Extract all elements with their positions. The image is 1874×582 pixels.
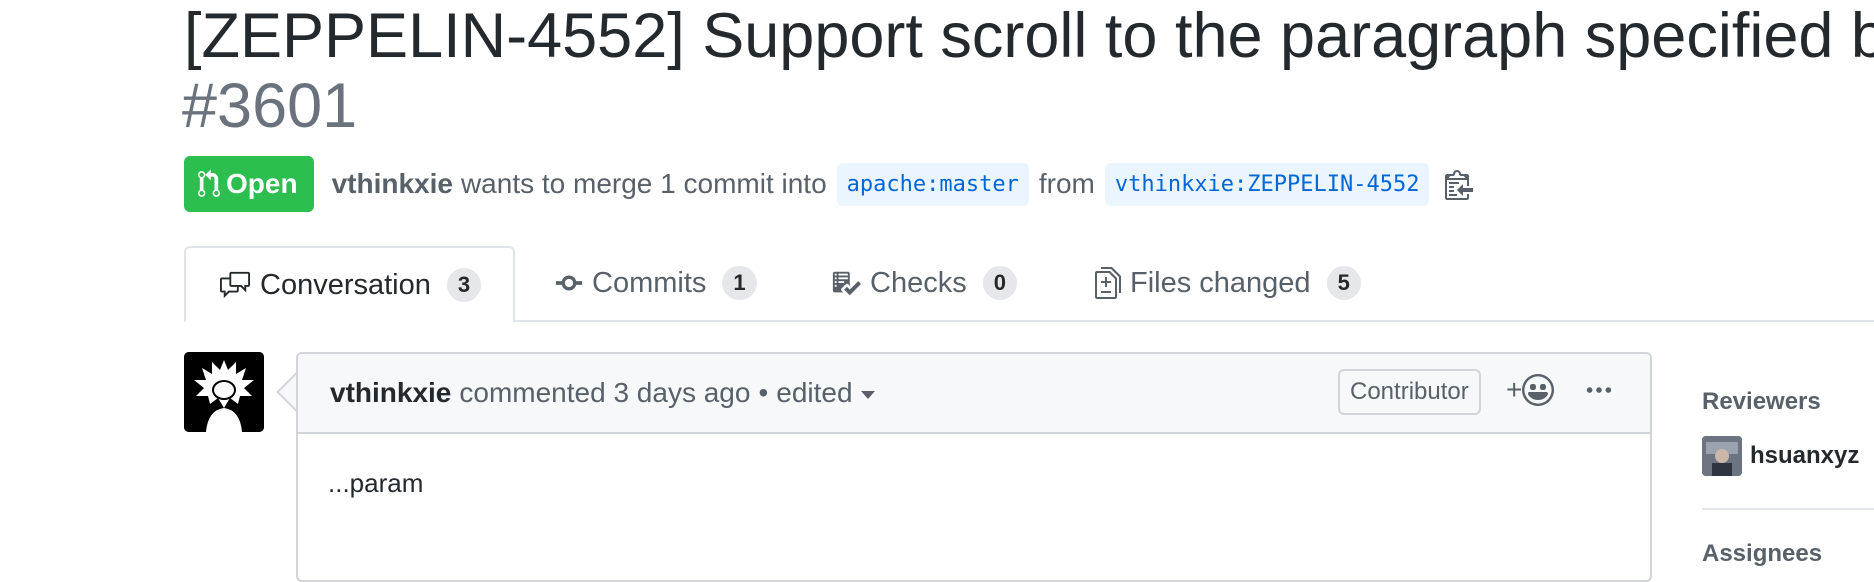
merge-text: wants to merge 1 commit into [460, 168, 827, 199]
tab-counter: 5 [1326, 266, 1361, 300]
pr-title: [ZEPPELIN-4552] Support scroll to the pa… [184, 1, 1874, 71]
avatar-image [184, 352, 264, 432]
comment-meta: vthinkxie commented 3 days ago • edited [330, 377, 875, 409]
smiley-icon [1522, 374, 1555, 406]
sidebar-divider [1702, 508, 1874, 510]
tab-conversation[interactable]: Conversation 3 [184, 246, 516, 322]
clippy-icon[interactable] [1445, 168, 1474, 200]
state-badge-open: Open [184, 156, 314, 212]
tab-counter: 0 [982, 266, 1017, 300]
head-branch[interactable]: vthinkxie:ZEPPELIN-4552 [1104, 162, 1430, 206]
merge-description: vthinkxie wants to merge 1 commit into a… [332, 162, 1474, 206]
avatar[interactable] [184, 352, 264, 432]
assignees-heading[interactable]: Assignees [1702, 540, 1822, 568]
separator-dot: • [758, 377, 769, 408]
avatar [1702, 436, 1742, 476]
state-label: Open [226, 168, 298, 199]
comment-discussion-icon [220, 271, 250, 299]
reviewers-heading[interactable]: Reviewers [1702, 388, 1821, 416]
comment-box: vthinkxie commented 3 days ago • edited … [296, 352, 1652, 582]
tab-label: Files changed [1130, 266, 1311, 299]
comment-author-link[interactable]: vthinkxie [330, 377, 451, 409]
edited-dropdown[interactable]: edited [776, 377, 852, 409]
file-diff-icon [1095, 267, 1121, 299]
tab-counter: 1 [722, 266, 757, 300]
git-pull-request-icon [198, 169, 220, 197]
tab-counter: 3 [446, 268, 482, 302]
pr-number: #3601 [182, 71, 358, 141]
tab-label: Commits [592, 266, 707, 299]
tab-files-changed[interactable]: Files changed 5 [1094, 246, 1361, 320]
reviewer-avatar-image [1702, 436, 1742, 476]
from-text: from [1038, 168, 1095, 199]
pr-tabs: Conversation 3 Commits 1 Checks 0 Files … [184, 246, 1874, 322]
pr-meta-row: Open vthinkxie wants to merge 1 commit i… [184, 156, 1474, 212]
checklist-icon [832, 271, 861, 296]
reviewer-item[interactable]: hsuanxyz [1702, 436, 1859, 476]
add-reaction-button[interactable]: + [1506, 374, 1555, 406]
tab-label: Conversation [260, 268, 431, 301]
tab-commits[interactable]: Commits 1 [554, 246, 757, 320]
reaction-plus: + [1506, 374, 1523, 405]
reviewer-name[interactable]: hsuanxyz [1750, 442, 1859, 470]
chevron-down-icon[interactable] [860, 391, 875, 399]
comment-timestamp[interactable]: commented 3 days ago [459, 377, 750, 409]
comment-header: vthinkxie commented 3 days ago • edited … [298, 354, 1650, 434]
kebab-horizontal-icon[interactable] [1584, 376, 1614, 406]
tab-label: Checks [870, 266, 967, 299]
pr-author-link[interactable]: vthinkxie [332, 168, 453, 200]
git-commit-icon [555, 275, 583, 291]
tab-checks[interactable]: Checks 0 [830, 246, 1017, 320]
comment-body: ...param [328, 468, 424, 498]
base-branch[interactable]: apache:master [836, 162, 1029, 206]
contributor-badge: Contributor [1338, 369, 1481, 415]
